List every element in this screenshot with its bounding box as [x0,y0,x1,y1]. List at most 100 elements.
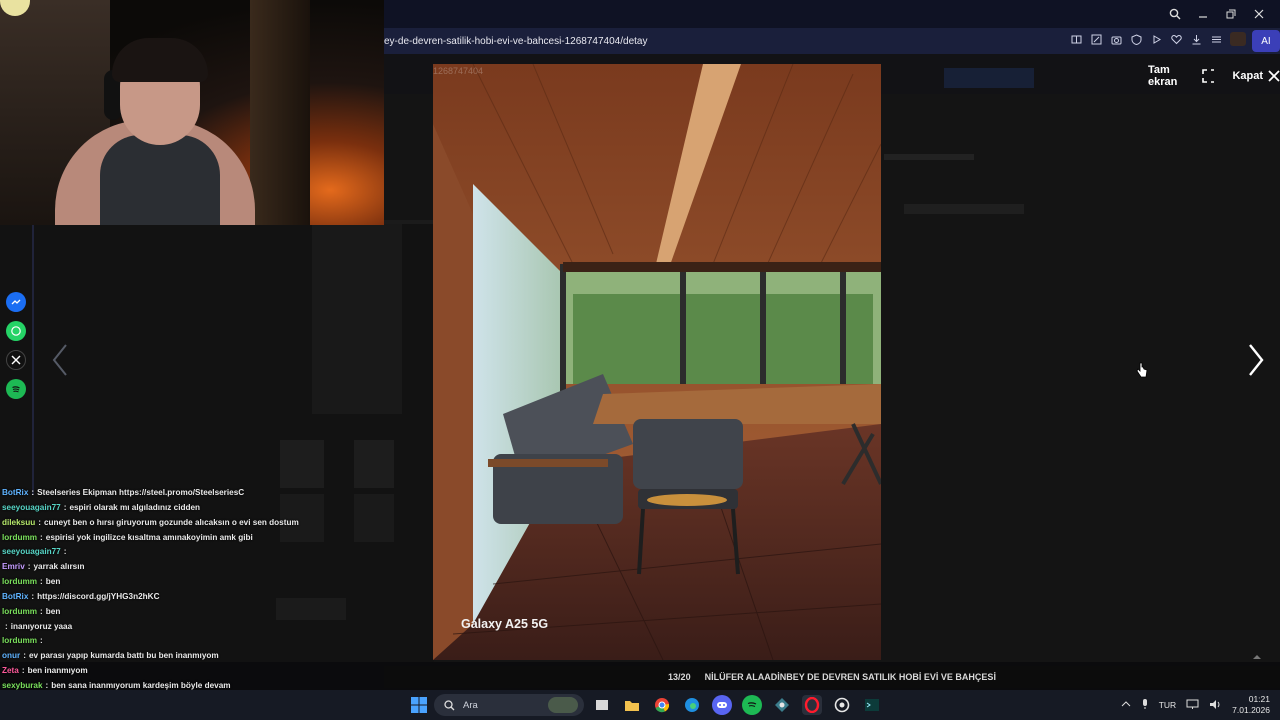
volume-icon[interactable] [1209,699,1222,712]
chat-separator: : [27,562,31,572]
start-button[interactable] [410,696,428,714]
chat-username[interactable]: BotRix [2,592,28,601]
chat-message: Emriv: yarrak alırsın [2,560,302,575]
address-bar[interactable]: ey-de-devren-satilik-hobi-evi-ve-bahcesi… [384,28,1280,54]
previous-photo-button[interactable] [48,340,72,380]
chat-separator: : [40,636,43,646]
search-highlight-icon [548,697,578,713]
terminal-icon[interactable] [862,695,882,715]
chat-username[interactable]: lordumm [2,607,37,616]
chat-username[interactable]: seeyouagain77 [2,547,61,556]
close-window-button[interactable] [1250,5,1268,23]
close-icon [1268,70,1280,82]
url-text[interactable]: ey-de-devren-satilik-hobi-evi-ve-bahcesi… [384,36,647,47]
chat-separator: : [40,532,43,542]
search-icon[interactable] [1166,5,1184,23]
spotify-taskbar-icon[interactable] [742,695,762,715]
photo-counter: 13/20 [668,672,691,682]
chat-separator: : [63,547,67,557]
chat-separator: : [21,666,25,676]
chat-separator: : [5,621,8,631]
task-view-icon[interactable] [592,695,612,715]
taskbar-search[interactable]: Ara [434,694,584,716]
discord-icon[interactable] [712,695,732,715]
next-photo-button[interactable] [1244,340,1268,380]
recorder-icon[interactable] [832,695,852,715]
search-icon [444,699,455,710]
chat-separator: : [40,606,43,616]
chat-message: seeyouagain77: espiri olarak mı algıladın… [2,501,302,516]
fullscreen-icon [1202,69,1215,83]
shield-icon[interactable] [1130,33,1143,46]
chat-username[interactable]: Emriv [2,562,25,571]
chat-message: onur: ev parası yapıp kumarda battı bu be… [2,649,302,664]
language-indicator[interactable]: TUR [1159,700,1176,710]
play-icon[interactable] [1150,33,1163,46]
menu-icon[interactable] [1210,33,1223,46]
chevron-up-icon [1253,655,1261,659]
chat-username[interactable]: seeyouagain77 [2,503,61,512]
chat-message: : inanıyoruz yaaa [2,620,302,635]
stream-chat: BotRix: Steelseries Ekipman https://steel… [2,486,302,720]
ai-button[interactable]: AI [1252,30,1280,52]
photo-caption: NİLÜFER ALAADİNBEY DE DEVREN SATILIK HOB… [704,672,996,682]
heart-icon[interactable] [1170,33,1183,46]
photo-watermark: Galaxy A25 5G [461,617,549,631]
profile-avatar[interactable] [1230,32,1246,46]
listing-id-ghost: 1268747404 [433,66,484,76]
fullscreen-button[interactable]: Tam ekran [1148,64,1215,88]
chat-message: seeyouagain77: [2,545,302,560]
listing-photo: 1268747404 Galaxy A25 5G [433,64,881,660]
screen: ey-de-devren-satilik-hobi-evi-ve-bahcesi… [0,0,1280,720]
webcam-overlay [0,0,384,225]
x-twitter-icon [6,350,26,370]
chat-message: lordumm: espirisi yok ingilizce kısaltma … [2,531,302,546]
microphone-icon[interactable] [1141,698,1149,712]
whatsapp-icon [6,321,26,341]
taskbar-apps [592,695,882,715]
chat-text: espirisi yok ingilizce kısaltma amınakoy… [45,532,253,542]
minimize-button[interactable] [1194,5,1212,23]
chat-username[interactable]: onur [2,651,20,660]
chat-separator: : [40,577,43,587]
chat-text: yarrak alırsın [33,562,85,572]
opera-icon[interactable] [802,695,822,715]
chat-username[interactable]: lordumm [2,533,37,542]
lightbox-controls: Tam ekran Kapat [1148,64,1280,88]
chat-username[interactable]: lordumm [2,577,37,586]
chat-text: Steelseries Ekipman https://steel.promo/… [37,488,245,497]
app-icon[interactable] [772,695,792,715]
chat-separator: : [31,488,35,497]
reader-icon[interactable] [1070,33,1083,46]
chat-username[interactable]: lordumm [2,636,37,645]
camera-icon[interactable] [1110,33,1123,46]
edge-icon[interactable] [682,695,702,715]
network-icon[interactable] [1186,699,1199,712]
close-lightbox-button[interactable]: Kapat [1232,70,1280,82]
scroll-top-button[interactable] [1250,650,1264,664]
social-icons [6,292,28,399]
download-icon[interactable] [1190,33,1203,46]
chat-message: lordumm: [2,634,302,649]
chat-username[interactable]: dileksuu [2,518,35,527]
chat-text: cuneyt ben o hırsı giruyorum gozunde alı… [43,517,299,527]
chat-username[interactable]: BotRix [2,488,28,497]
chat-separator: : [63,502,67,512]
edit-icon[interactable] [1090,33,1103,46]
clock[interactable]: 01:21 7.01.2026 [1232,694,1270,716]
chat-text: espiri olarak mı algıladınız cidden [69,502,201,512]
chat-text: ev parası yapıp kumarda battı bu ben ina… [28,651,219,661]
chat-username[interactable]: sexyburak [2,681,43,690]
chat-separator: : [23,651,26,661]
file-explorer-icon[interactable] [622,695,642,715]
lightbox-caption: 13/20 NİLÜFER ALAADİNBEY DE DEVREN SATIL… [384,666,1280,688]
chat-separator: : [45,680,49,690]
chat-text: ben inanmıyom [27,666,88,676]
system-tray: TUR 01:21 7.01.2026 [1121,690,1270,720]
restore-button[interactable] [1222,5,1240,23]
chevron-up-icon[interactable] [1121,700,1131,710]
chat-username[interactable]: Zeta [2,666,19,675]
chevron-left-icon [52,344,67,376]
chrome-icon[interactable] [652,695,672,715]
chat-message: dileksuu: cuneyt ben o hırsı giruyorum go… [2,516,302,531]
